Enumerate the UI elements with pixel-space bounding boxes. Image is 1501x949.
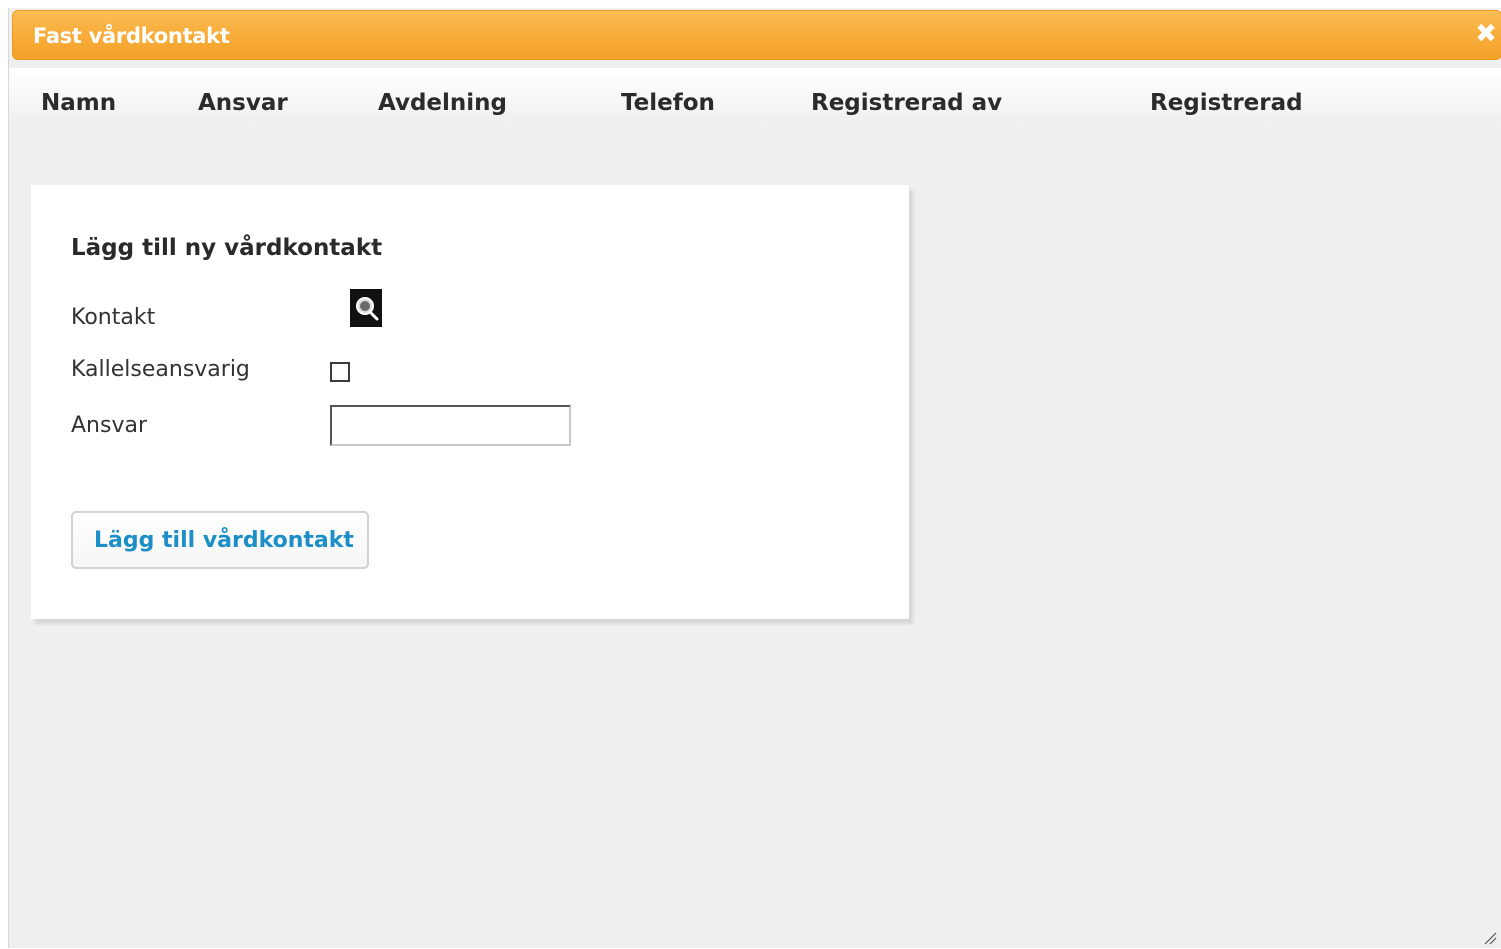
add-contact-button[interactable]: Lägg till vårdkontakt: [71, 511, 369, 569]
resize-grip-icon[interactable]: [1483, 930, 1497, 945]
responsibility-input[interactable]: [330, 405, 571, 446]
column-header-registrerad-av: Registrerad av: [811, 90, 1003, 116]
contact-label: Kontakt: [71, 305, 156, 330]
column-header-registrerad: Registrerad: [1150, 90, 1303, 116]
close-icon[interactable]: ✖: [1473, 21, 1499, 47]
column-header-avdelning: Avdelning: [378, 90, 508, 116]
dialog: Fast vårdkontakt ✖ Namn Ansvar Avdelning…: [8, 8, 1501, 948]
caller-responsible-label: Kallelseansvarig: [71, 357, 250, 382]
caller-responsible-checkbox[interactable]: [330, 362, 350, 382]
dialog-titlebar[interactable]: Fast vårdkontakt ✖: [12, 10, 1501, 60]
add-contact-form: Lägg till ny vårdkontakt Kontakt Kallels…: [31, 185, 909, 619]
table-header-row: Namn Ansvar Avdelning Telefon Registrera…: [9, 68, 1501, 124]
dialog-title: Fast vårdkontakt: [33, 24, 230, 48]
column-header-telefon: Telefon: [621, 90, 715, 116]
responsibility-label: Ansvar: [71, 413, 148, 438]
column-header-ansvar: Ansvar: [198, 90, 288, 116]
search-icon[interactable]: [350, 289, 382, 327]
column-header-namn: Namn: [41, 90, 117, 116]
form-heading: Lägg till ny vårdkontakt: [71, 235, 383, 261]
